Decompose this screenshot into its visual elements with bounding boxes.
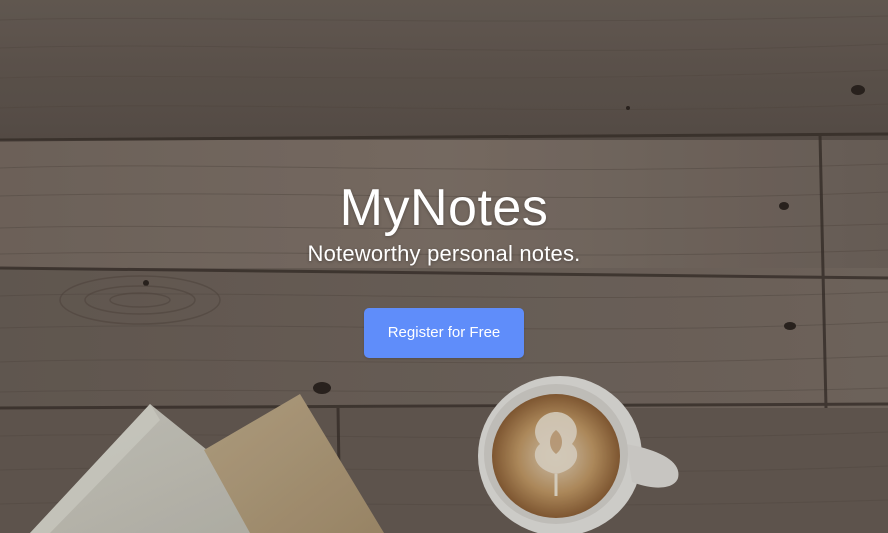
register-button[interactable]: Register for Free	[364, 308, 524, 358]
app-tagline: Noteworthy personal notes.	[307, 241, 581, 266]
hero-content: MyNotes Noteworthy personal notes. Regis…	[0, 0, 888, 533]
app-title: MyNotes	[339, 179, 549, 237]
hero-section: MyNotes Noteworthy personal notes. Regis…	[0, 0, 888, 533]
